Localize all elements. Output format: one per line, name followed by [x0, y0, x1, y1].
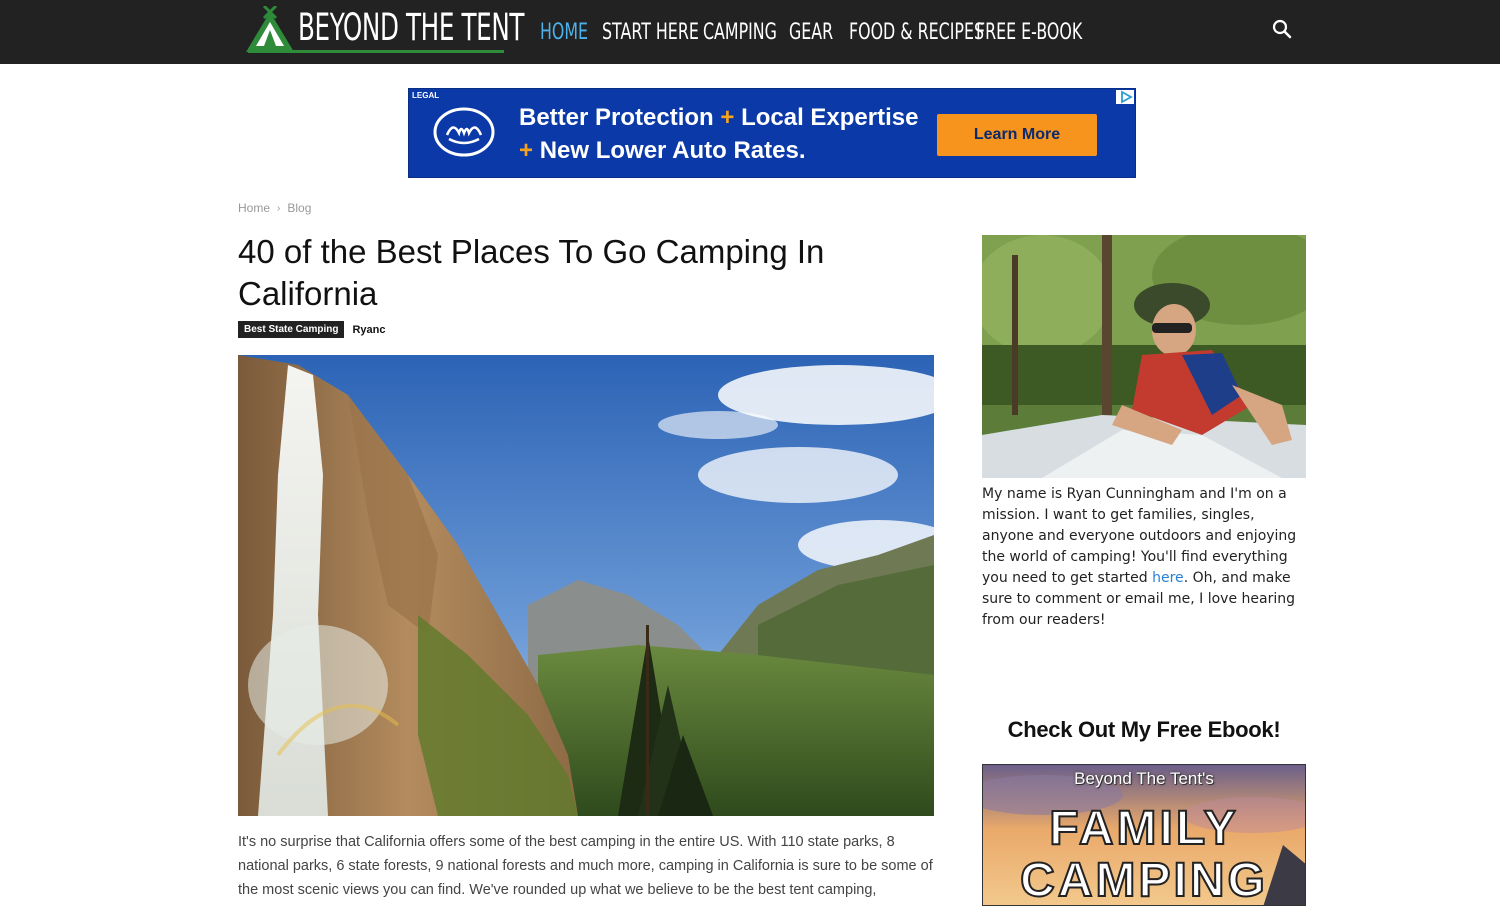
article-excerpt: It's no surprise that California offers … — [238, 834, 933, 898]
start-here-link[interactable]: here — [1152, 570, 1184, 586]
author-photo — [982, 235, 1306, 478]
nav-home[interactable]: HOME — [540, 20, 588, 45]
featured-image-yosemite — [238, 355, 934, 816]
ad-headline-1: Better Protection + Local Expertise — [519, 104, 919, 131]
nav-food-recipes[interactable]: FOOD & RECIPES — [849, 20, 984, 45]
breadcrumb-separator: › — [277, 202, 281, 214]
logo-underline — [248, 50, 504, 53]
author-link[interactable]: Ryanc — [352, 324, 385, 336]
logo-text: BEYOND THE TENT — [298, 6, 525, 49]
breadcrumb-blog-link[interactable]: Blog — [287, 201, 311, 215]
nav-gear[interactable]: GEAR — [789, 20, 833, 45]
ebook-cover-subtitle: Beyond The Tent's — [1074, 769, 1214, 788]
site-logo[interactable]: BEYOND THE TENT — [242, 4, 524, 54]
hands-logo-icon — [433, 107, 495, 157]
ad-legal-label: LEGAL — [412, 91, 440, 100]
ad-headline-2: + New Lower Auto Rates. — [519, 137, 806, 164]
ebook-cover-image[interactable]: Beyond The Tent's FAMILY CAMPING — [982, 764, 1306, 906]
search-icon[interactable] — [1272, 19, 1292, 39]
nav-camping[interactable]: CAMPING — [703, 20, 777, 45]
tent-logo-icon — [246, 6, 294, 52]
ebook-cover-title-2: CAMPING — [1019, 853, 1268, 906]
author-bio: My name is Ryan Cunningham and I'm on a … — [982, 486, 1297, 628]
breadcrumb-home-link[interactable]: Home — [238, 201, 270, 215]
main-nav: HOME START HERE CAMPING GEAR FOOD & RECI… — [540, 0, 1086, 64]
article-meta: Best State Camping Ryanc — [238, 321, 386, 338]
ad-banner[interactable]: LEGAL Better Protection + Local Expertis… — [408, 88, 1136, 178]
nav-start-here[interactable]: START HERE — [602, 20, 699, 45]
learn-more-button[interactable]: Learn More — [937, 114, 1097, 156]
article-title: 40 of the Best Places To Go Camping In C… — [238, 233, 825, 312]
nav-free-ebook[interactable]: FREE E-BOOK — [976, 20, 1082, 45]
adchoices-icon[interactable] — [1116, 90, 1134, 104]
top-navigation-bar: BEYOND THE TENT HOME START HERE CAMPING … — [0, 0, 1500, 64]
ebook-heading: Check Out My Free Ebook! — [1007, 717, 1281, 742]
breadcrumb: Home › Blog — [238, 201, 311, 215]
category-tag[interactable]: Best State Camping — [238, 321, 345, 338]
ebook-cover-title-1: FAMILY — [1048, 801, 1239, 856]
